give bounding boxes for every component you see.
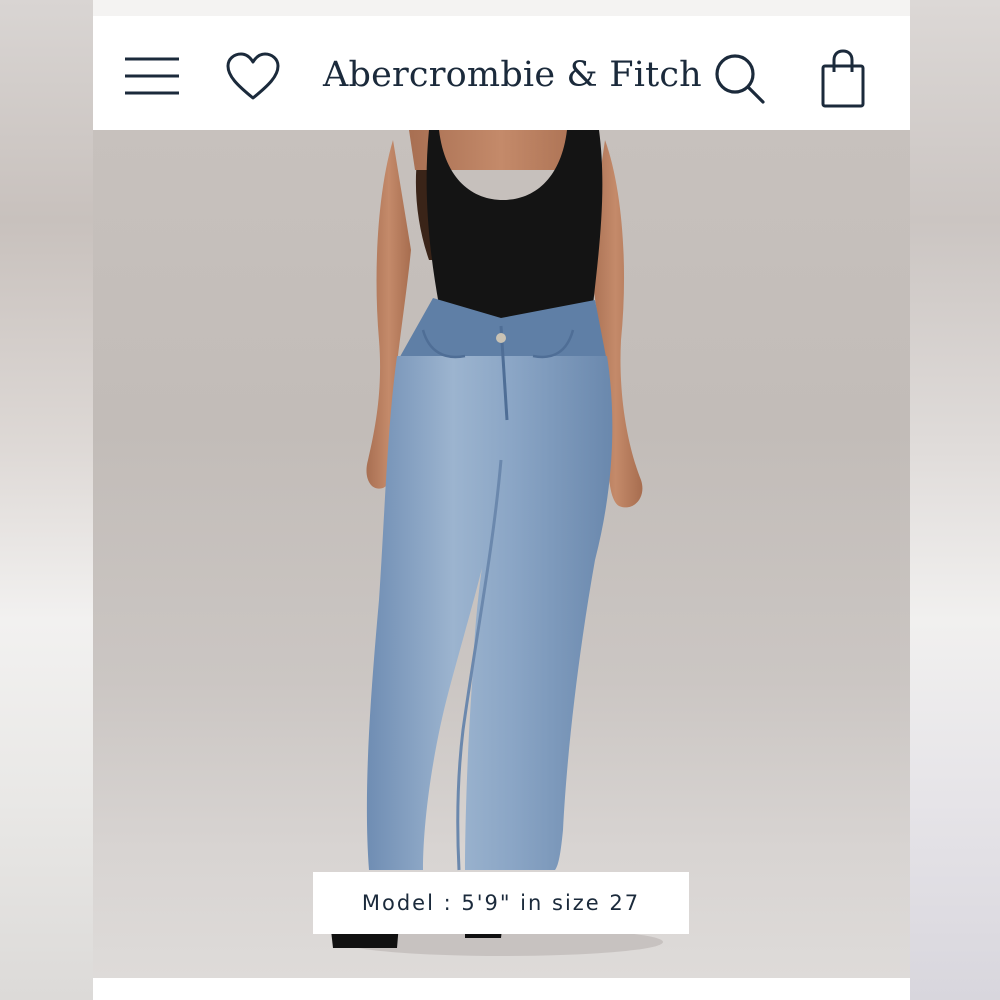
- status-strip: [93, 0, 910, 16]
- brand-logo[interactable]: Abercrombie & Fitch: [323, 50, 702, 100]
- left-backdrop: [0, 0, 93, 1000]
- product-image[interactable]: Model : 5'9" in size 27: [93, 130, 910, 978]
- model-size-caption: Model : 5'9" in size 27: [313, 872, 689, 934]
- site-header: Abercrombie & Fitch: [93, 16, 910, 130]
- heart-icon[interactable]: [225, 52, 281, 102]
- shopping-bag-icon[interactable]: [819, 48, 869, 110]
- search-icon[interactable]: [713, 52, 767, 106]
- app-screen: Abercrombie & Fitch Model: 5'9" in size…: [93, 0, 910, 1000]
- model-illustration: [331, 130, 663, 956]
- bottom-strip: [93, 978, 910, 1000]
- right-backdrop: [910, 0, 1000, 1000]
- menu-icon[interactable]: [123, 56, 181, 96]
